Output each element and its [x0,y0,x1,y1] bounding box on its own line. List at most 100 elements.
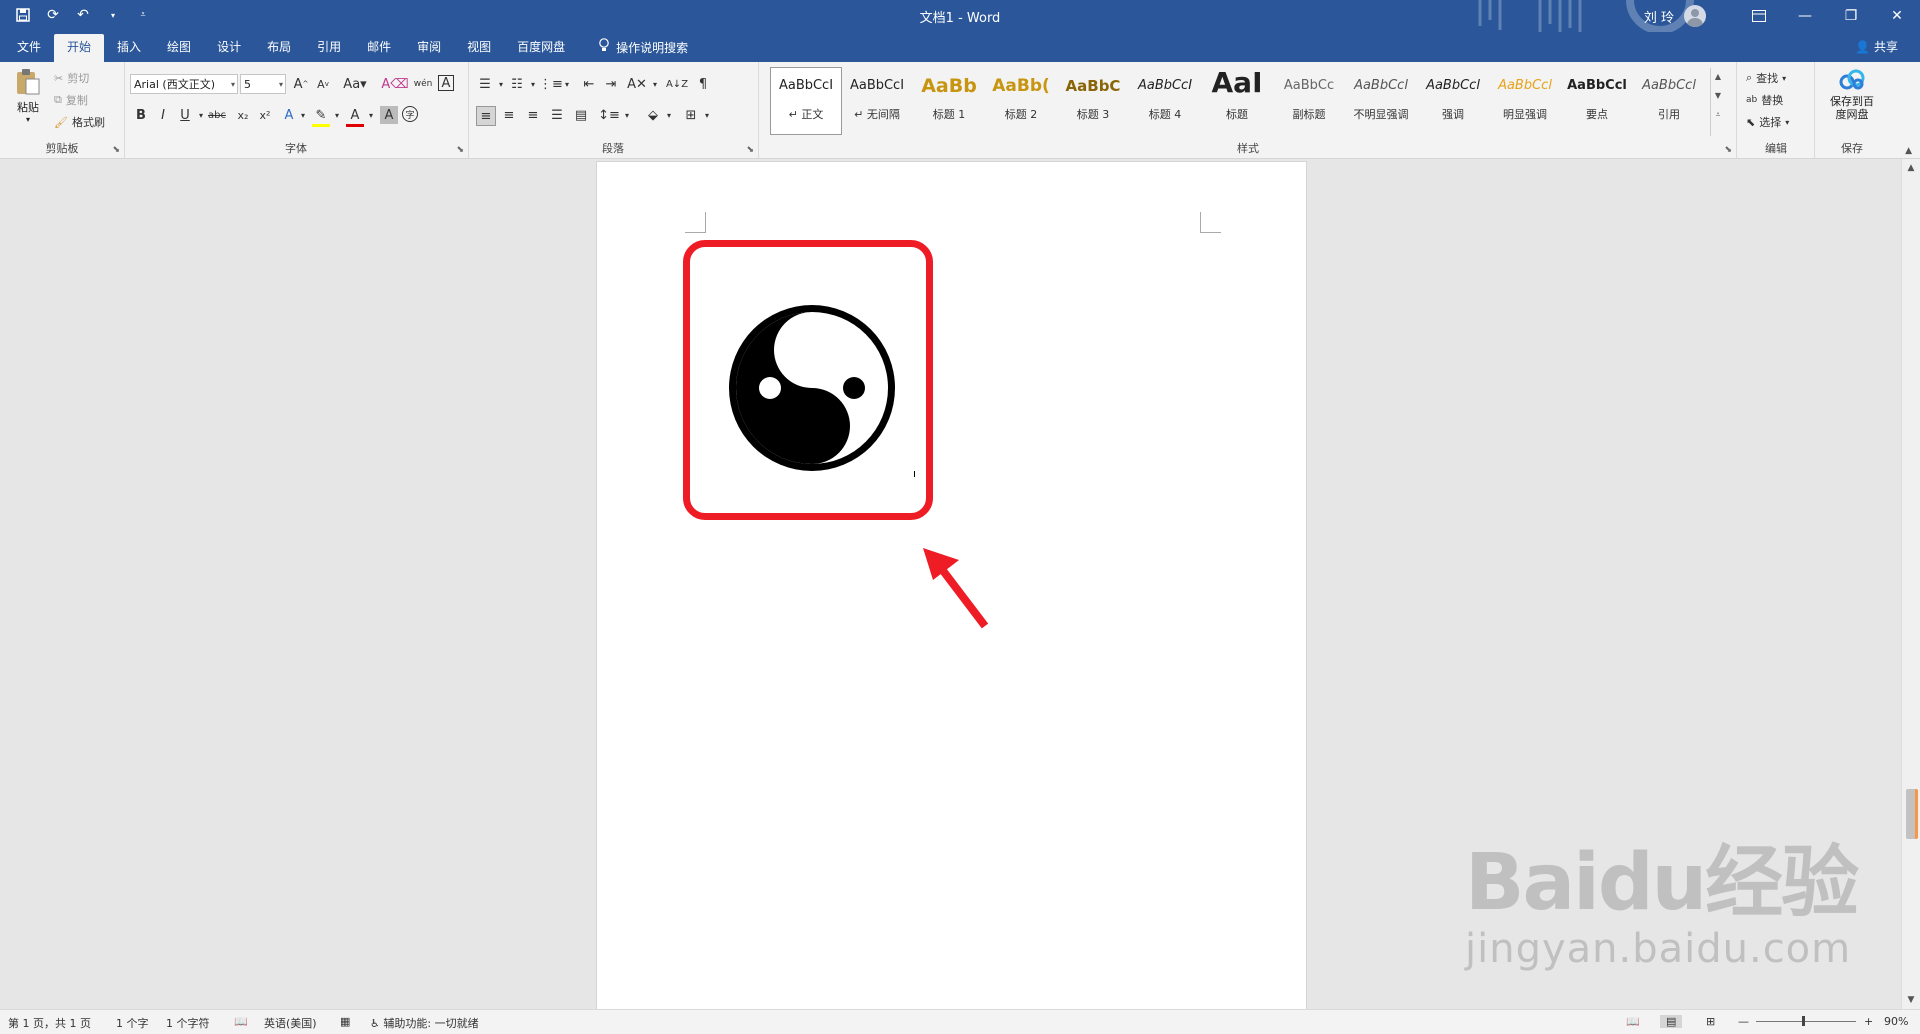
style-no-spacing[interactable]: AaBbCcI ↵ 无间隔 [842,68,912,134]
font-launcher-icon[interactable]: ⬊ [456,145,464,155]
user-name[interactable]: 刘 玲 [1644,7,1674,26]
tab-review[interactable]: 审阅 [404,34,454,62]
zoom-out-icon[interactable]: — [1738,1015,1749,1028]
yin-yang-symbol[interactable] [726,302,898,474]
style-heading-3[interactable]: AaBbC 标题 3 [1058,68,1128,134]
tab-file[interactable]: 文件 [4,34,54,62]
style-normal[interactable]: AaBbCcI ↵ 正文 [770,67,842,135]
chinese-layout-dropdown-icon[interactable]: ▾ [646,75,664,93]
style-subtle-emphasis[interactable]: AaBbCcl 不明显强调 [1346,68,1416,134]
scroll-up-icon[interactable]: ▲ [1902,163,1920,173]
save-to-baidu-button[interactable]: 保存到百度网盘 [1822,68,1882,121]
line-spacing-icon[interactable]: ↕≡ [598,106,620,124]
zoom-slider[interactable] [1756,1016,1856,1026]
style-intense-emphasis[interactable]: AaBbCcl 明显强调 [1490,68,1560,134]
proofing-icon[interactable]: 📖 [234,1015,248,1028]
style-title[interactable]: AaI 标题 [1202,68,1272,134]
tab-layout[interactable]: 布局 [254,34,304,62]
style-strong[interactable]: AaBbCcl 要点 [1562,68,1632,134]
zoom-in-icon[interactable]: + [1864,1015,1873,1028]
shading-dropdown-icon[interactable]: ▾ [660,106,678,124]
scrollbar-thumb[interactable] [1906,789,1918,839]
italic-icon[interactable]: I [154,106,172,124]
font-name-combo[interactable]: Arial (西文正文) ▾ [130,74,238,94]
select-button[interactable]: ⬉ 选择 ▾ [1746,114,1789,130]
styles-scroll[interactable]: ▲ ▼ ⩡ [1710,68,1725,136]
minimize-icon[interactable]: — [1782,0,1828,32]
tab-view[interactable]: 视图 [454,34,504,62]
bold-icon[interactable]: B [132,106,150,124]
clipboard-launcher-icon[interactable]: ⬊ [112,145,120,155]
word-count[interactable]: 1 个字 [116,1015,149,1031]
char-border-icon[interactable]: A [438,75,454,91]
share-button[interactable]: 👤 共享 [1855,38,1898,55]
paste-button[interactable]: 粘贴 ▾ [10,68,46,124]
style-heading-2[interactable]: AaBb( 标题 2 [986,68,1056,134]
cut-button[interactable]: ✂ 剪切 [54,70,89,86]
show-marks-icon[interactable]: ¶ [694,75,712,93]
highlight-dropdown-icon[interactable]: ▾ [328,106,346,124]
print-layout-icon[interactable]: ▤ [1660,1015,1683,1028]
style-heading-1[interactable]: AaBb 标题 1 [914,68,984,134]
font-color-dropdown-icon[interactable]: ▾ [362,106,380,124]
zoom-level[interactable]: 90% [1884,1015,1908,1028]
restore-icon[interactable]: ❐ [1828,0,1874,32]
chevron-up-icon[interactable]: ▲ [1711,72,1725,81]
change-case-icon[interactable]: Aa▾ [342,75,368,93]
tell-me-search[interactable]: 操作说明搜索 [598,34,688,62]
borders-dropdown-icon[interactable]: ▾ [698,106,716,124]
font-size-combo[interactable]: 5 ▾ [240,74,286,94]
grow-font-icon[interactable]: A ^ [292,75,310,93]
zoom-slider-thumb[interactable] [1802,1016,1805,1026]
tab-design[interactable]: 设计 [204,34,254,62]
text-effects-dropdown-icon[interactable]: ▾ [294,106,312,124]
shrink-font-icon[interactable]: Av [314,75,332,93]
copy-button[interactable]: ⧉ 复制 [54,92,88,108]
superscript-icon[interactable]: x² [256,106,274,124]
line-spacing-dropdown-icon[interactable]: ▾ [618,106,636,124]
ribbon-display-icon[interactable] [1736,0,1782,32]
tab-insert[interactable]: 插入 [104,34,154,62]
replace-button[interactable]: ab 替换 [1746,92,1783,108]
accessibility-status[interactable]: ♿ 辅助功能: 一切就绪 [370,1015,479,1031]
more-styles-icon[interactable]: ⩡ [1711,110,1725,120]
style-heading-4[interactable]: AaBbCcI 标题 4 [1130,68,1200,134]
collapse-ribbon-icon[interactable]: ▲ [1905,146,1912,156]
web-layout-icon[interactable]: ⊞ [1706,1015,1715,1028]
chinese-layout-icon[interactable]: A✕ [627,75,647,93]
clear-format-icon[interactable]: A⌫ [381,75,408,93]
align-center-icon[interactable]: ≡ [500,106,518,124]
enclose-char-icon[interactable]: 字 [402,106,418,122]
find-button[interactable]: ⌕ 查找 ▾ [1746,70,1786,86]
paragraph-launcher-icon[interactable]: ⬊ [746,145,754,155]
multilevel-dropdown-icon[interactable]: ▾ [558,75,576,93]
char-count[interactable]: 1 个字符 [166,1015,210,1031]
language-status[interactable]: 英语(美国) [264,1015,317,1031]
decrease-indent-icon[interactable]: ⇤ [580,75,598,93]
chevron-down-icon[interactable]: ▼ [1711,91,1725,100]
strikethrough-icon[interactable]: abc [208,106,226,124]
align-right-icon[interactable]: ≡ [524,106,542,124]
subscript-icon[interactable]: x₂ [234,106,252,124]
justify-icon[interactable]: ☰ [548,106,566,124]
tab-baidu-netdisk[interactable]: 百度网盘 [504,34,578,62]
char-shading-icon[interactable]: A [380,106,398,124]
increase-indent-icon[interactable]: ⇥ [602,75,620,93]
tab-mailings[interactable]: 邮件 [354,34,404,62]
tab-home[interactable]: 开始 [54,34,105,62]
styles-launcher-icon[interactable]: ⬊ [1724,145,1732,155]
macro-icon[interactable]: ▦ [340,1015,350,1028]
tab-draw[interactable]: 绘图 [154,34,204,62]
phonetic-guide-icon[interactable]: wén [414,75,433,93]
style-quote[interactable]: AaBbCcl 引用 [1634,68,1704,134]
sort-icon[interactable]: A↓Z [666,75,688,93]
tab-references[interactable]: 引用 [304,34,354,62]
align-left-icon[interactable]: ≡ [476,106,496,126]
close-icon[interactable]: ✕ [1874,0,1920,32]
distributed-icon[interactable]: ▤ [572,106,590,124]
style-subtitle[interactable]: AaBbCc 副标题 [1274,68,1344,134]
page-count[interactable]: 第 1 页，共 1 页 [8,1015,91,1031]
style-emphasis[interactable]: AaBbCcl 强调 [1418,68,1488,134]
avatar[interactable] [1684,5,1706,27]
scroll-down-icon[interactable]: ▼ [1902,995,1920,1005]
